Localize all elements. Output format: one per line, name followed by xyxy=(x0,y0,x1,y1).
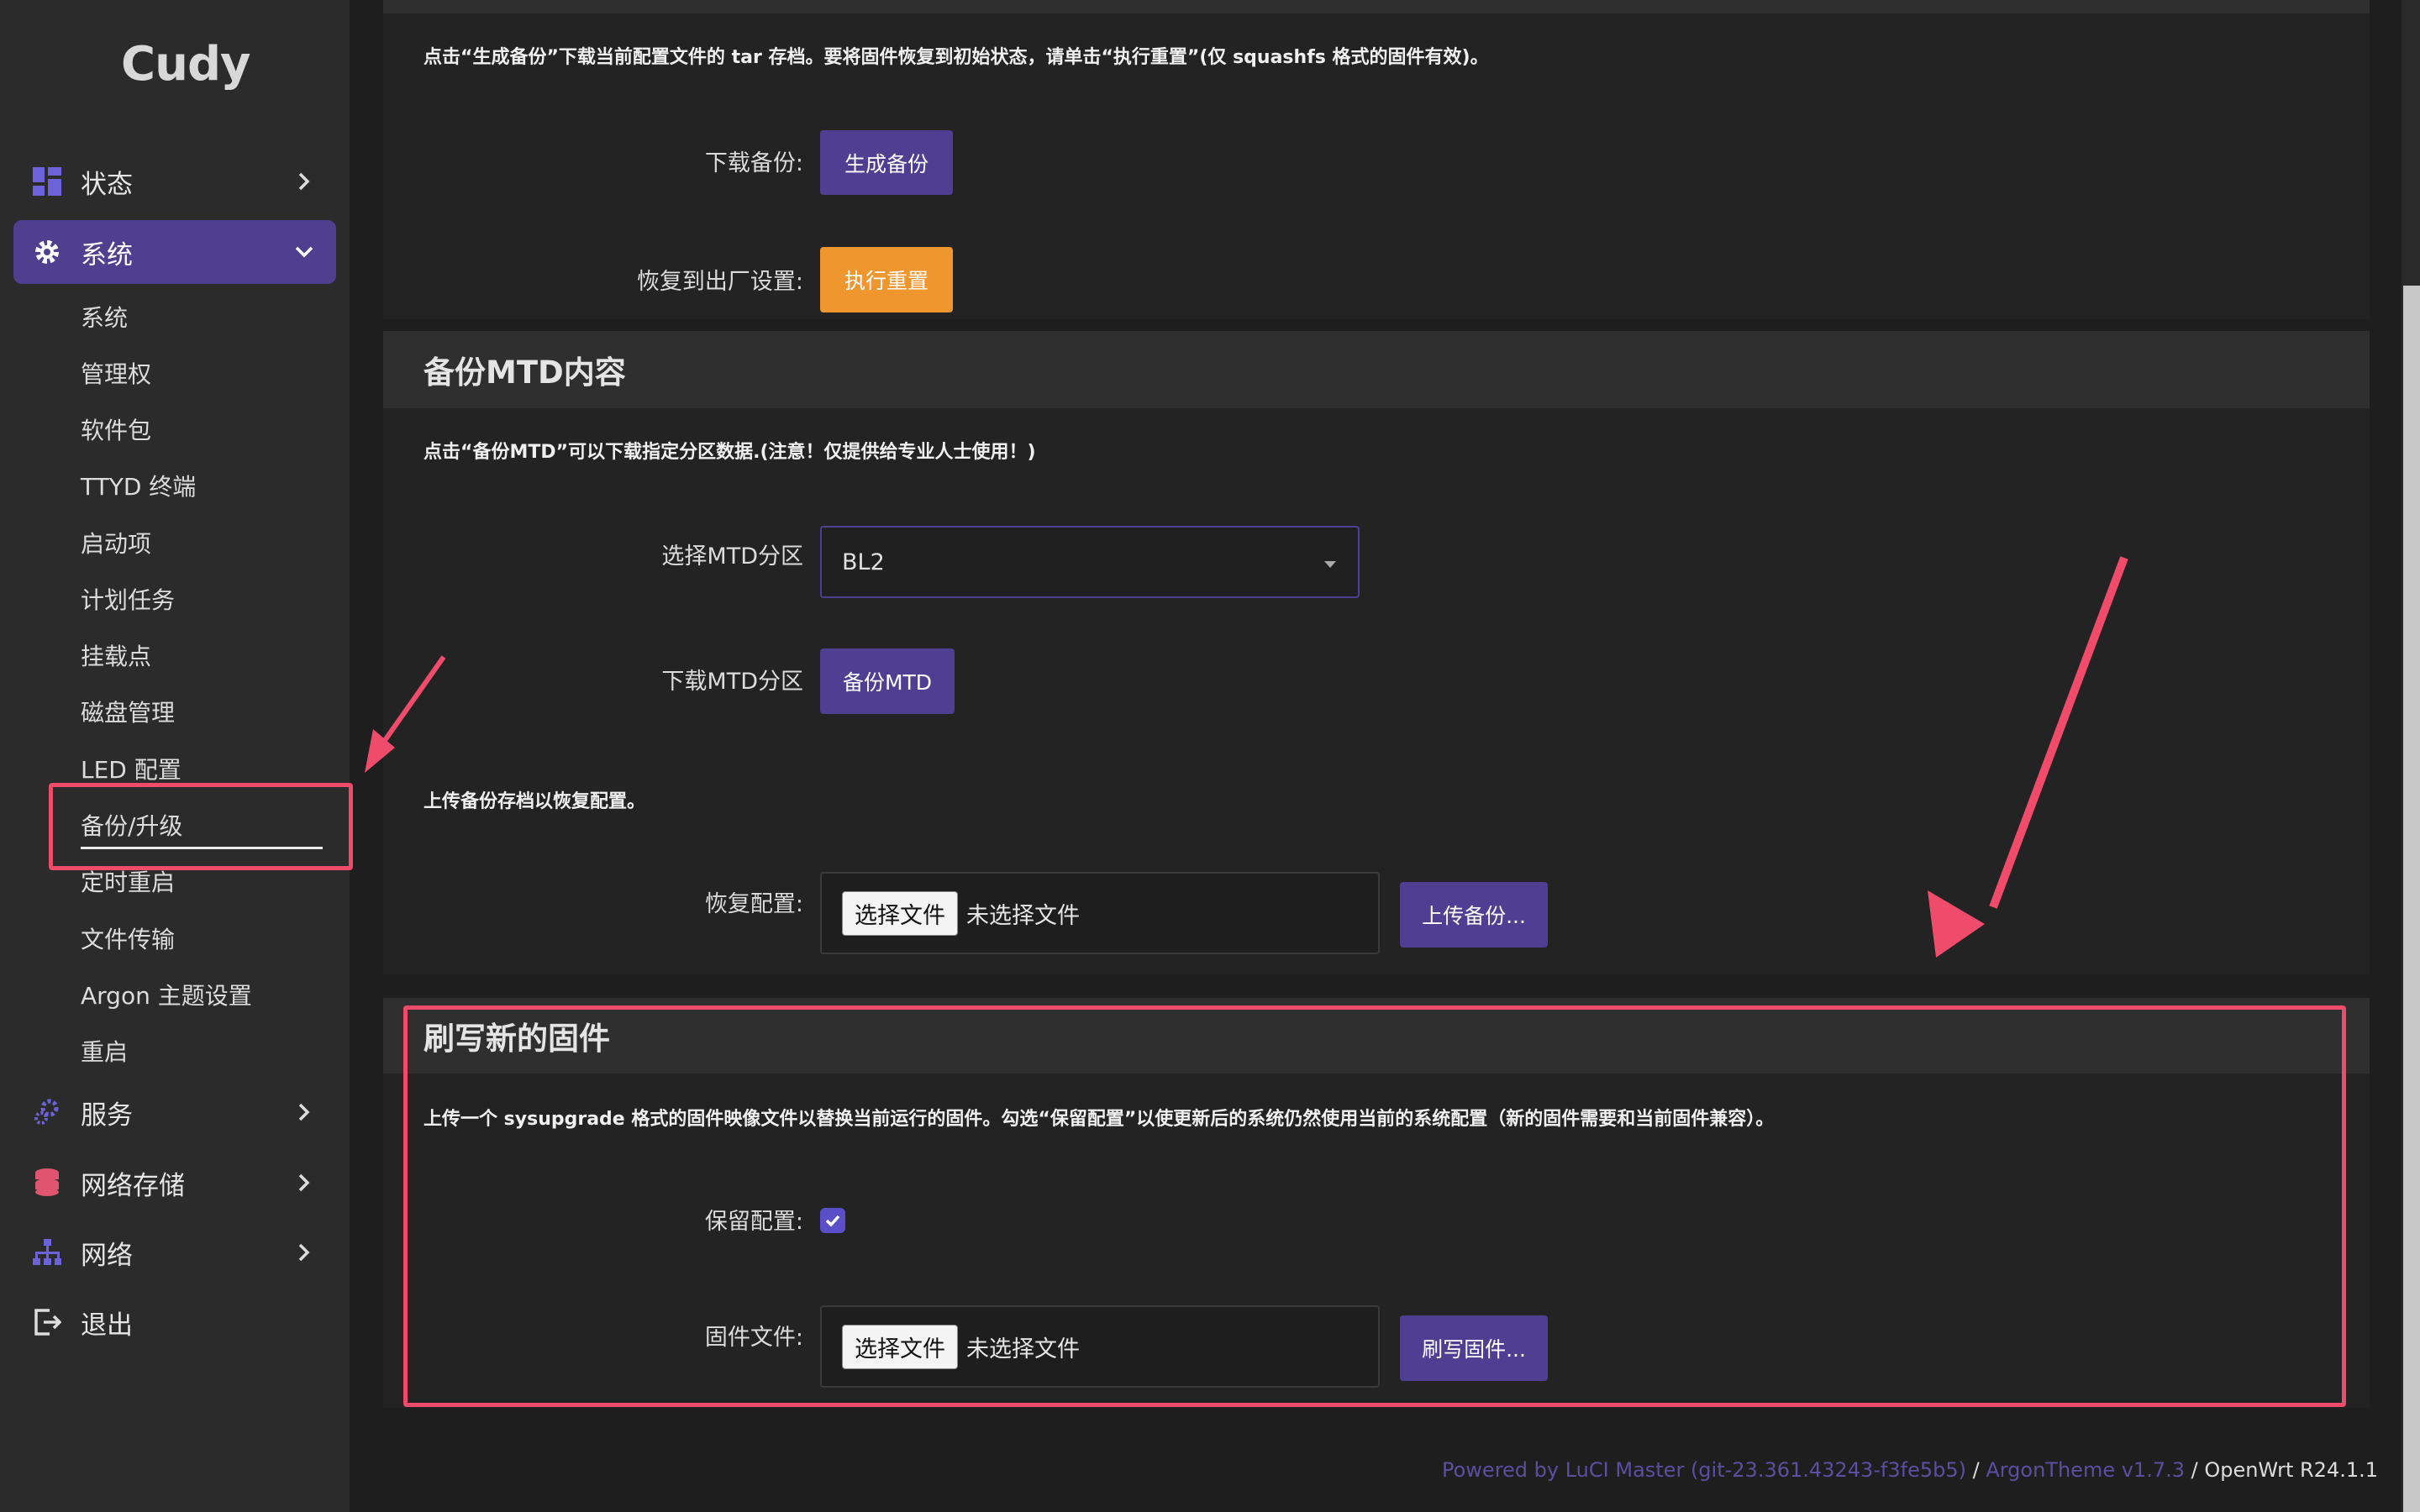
footer-os-version: OpenWrt R24.1.1 xyxy=(2204,1458,2378,1482)
services-icon xyxy=(32,1097,62,1127)
nav-system[interactable]: 系统 xyxy=(13,220,336,284)
footer-separator: / xyxy=(2184,1458,2205,1482)
dropdown-arrow-icon xyxy=(1324,561,1336,568)
sidebar-item-mounts[interactable]: 挂载点 xyxy=(81,638,151,672)
footer: Powered by LuCI Master (git-23.361.43243… xyxy=(1442,1458,2378,1482)
flash-highlight-box xyxy=(403,1005,2346,1407)
sidebar-item-disk[interactable]: 磁盘管理 xyxy=(81,695,175,728)
dashboard-icon xyxy=(32,166,62,197)
backup-description: 点击“生成备份”下载当前配置文件的 tar 存档。要将固件恢复到初始状态，请单击… xyxy=(424,47,1489,68)
download-mtd-label: 下载MTD分区 xyxy=(661,669,803,695)
backup-mtd-button[interactable]: 备份MTD xyxy=(820,648,955,714)
nav-nas-label: 网络存储 xyxy=(81,1170,185,1201)
sidebar-item-argon[interactable]: Argon 主题设置 xyxy=(81,978,252,1011)
generate-backup-button[interactable]: 生成备份 xyxy=(820,130,953,195)
select-mtd-label: 选择MTD分区 xyxy=(661,543,803,570)
sidebar-item-system[interactable]: 系统 xyxy=(81,300,128,333)
chevron-down-icon xyxy=(295,246,313,258)
sidebar-item-admin[interactable]: 管理权 xyxy=(81,356,151,390)
upload-backup-button[interactable]: 上传备份... xyxy=(1400,882,1548,948)
restore-choose-file-button[interactable]: 选择文件 xyxy=(842,890,958,936)
nav-nas[interactable]: 网络存储 xyxy=(13,1151,336,1215)
perform-reset-button[interactable]: 执行重置 xyxy=(820,247,953,312)
sidebar-item-reboot[interactable]: 重启 xyxy=(81,1034,128,1068)
mtd-partition-select[interactable]: BL2 xyxy=(820,526,1360,598)
sidebar-item-ttyd[interactable]: TTYD 终端 xyxy=(81,469,196,502)
chevron-right-icon xyxy=(298,1103,310,1121)
nav-network-label: 网络 xyxy=(81,1240,133,1271)
footer-luci-link[interactable]: Powered by LuCI Master (git-23.361.43243… xyxy=(1442,1458,1966,1482)
chevron-right-icon xyxy=(298,172,310,191)
restore-config-label: 恢复配置: xyxy=(704,891,803,917)
sidebar-highlight-box xyxy=(49,783,353,870)
restore-file-status: 未选择文件 xyxy=(966,902,1080,929)
footer-separator: / xyxy=(1965,1458,1986,1482)
nav-logout-label: 退出 xyxy=(81,1310,133,1341)
sidebar-item-startup[interactable]: 启动项 xyxy=(81,526,151,559)
chevron-right-icon xyxy=(298,1243,310,1262)
database-icon xyxy=(32,1168,62,1198)
nav-services-label: 服务 xyxy=(81,1100,133,1131)
scrollbar-thumb[interactable] xyxy=(2403,286,2420,1512)
backup-header-edge xyxy=(383,0,2370,13)
mtd-partition-value: BL2 xyxy=(842,549,885,575)
network-icon xyxy=(32,1237,62,1268)
backup-section: 点击“生成备份”下载当前配置文件的 tar 存档。要将固件恢复到初始状态，请单击… xyxy=(383,0,2370,319)
restore-description: 上传备份存档以恢复配置。 xyxy=(424,791,646,812)
mtd-section: 备份MTD内容 点击“备份MTD”可以下载指定分区数据.(注意！仅提供给专业人士… xyxy=(383,331,2370,974)
nav-system-label: 系统 xyxy=(81,239,133,270)
brand-logo[interactable]: Cudy xyxy=(121,37,251,92)
nav-services[interactable]: 服务 xyxy=(13,1080,336,1144)
factory-reset-label: 恢复到出厂设置: xyxy=(636,269,803,295)
gear-icon xyxy=(32,237,62,267)
logout-icon xyxy=(32,1307,62,1337)
nav-logout[interactable]: 退出 xyxy=(13,1290,336,1354)
sidebar: Cudy 状态 系统 系统 管理权 软件包 TTYD 终端 启动项 计划任务 挂… xyxy=(0,0,350,1512)
mtd-section-title: 备份MTD内容 xyxy=(383,331,2370,408)
sidebar-item-packages[interactable]: 软件包 xyxy=(81,412,151,446)
nav-network[interactable]: 网络 xyxy=(13,1221,336,1284)
sidebar-item-file-transfer[interactable]: 文件传输 xyxy=(81,921,175,955)
footer-theme-link[interactable]: ArgonTheme v1.7.3 xyxy=(1986,1458,2185,1482)
sidebar-item-crontab[interactable]: 计划任务 xyxy=(81,582,175,616)
restore-file-input[interactable]: 选择文件 未选择文件 xyxy=(820,872,1380,954)
chevron-right-icon xyxy=(298,1173,310,1192)
mtd-description: 点击“备份MTD”可以下载指定分区数据.(注意！仅提供给专业人士使用！) xyxy=(424,442,1036,463)
sidebar-item-led[interactable]: LED 配置 xyxy=(81,752,182,785)
nav-status[interactable]: 状态 xyxy=(13,150,336,213)
download-backup-label: 下载备份: xyxy=(704,150,803,176)
nav-status-label: 状态 xyxy=(81,169,133,200)
